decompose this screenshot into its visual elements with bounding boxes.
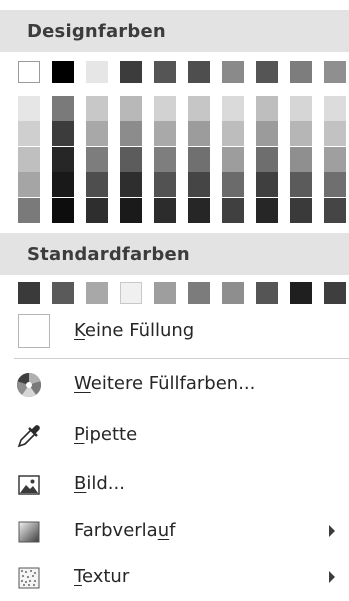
more-fill-colors-item[interactable]: Weitere Füllfarben... xyxy=(0,362,349,406)
theme-shade-swatch[interactable] xyxy=(18,146,40,172)
standard-color-swatch[interactable] xyxy=(290,282,312,304)
theme-shade-swatch[interactable] xyxy=(324,121,346,147)
picture-fill-label: Bild... xyxy=(74,473,125,494)
theme-shade-swatch[interactable] xyxy=(154,146,176,172)
theme-shade-swatch[interactable] xyxy=(188,197,210,223)
picture-icon xyxy=(18,475,40,495)
theme-shade-swatch[interactable] xyxy=(324,96,346,121)
theme-shade-swatch[interactable] xyxy=(120,96,142,121)
menu-divider xyxy=(14,358,349,359)
eyedropper-icon xyxy=(17,425,40,448)
theme-shade-swatch[interactable] xyxy=(222,96,244,121)
theme-shade-swatch[interactable] xyxy=(154,172,176,198)
gradient-icon xyxy=(18,521,40,543)
theme-shade-swatch[interactable] xyxy=(222,172,244,198)
standard-color-swatch[interactable] xyxy=(52,282,74,304)
theme-shade-swatch[interactable] xyxy=(256,197,278,223)
theme-shade-swatch[interactable] xyxy=(324,197,346,223)
theme-shade-swatch[interactable] xyxy=(18,197,40,223)
standard-colors-header: Standardfarben xyxy=(0,233,349,275)
theme-shade-swatch[interactable] xyxy=(52,96,74,121)
theme-color-swatch[interactable] xyxy=(18,61,40,83)
theme-shade-swatch[interactable] xyxy=(256,121,278,147)
theme-shade-swatch[interactable] xyxy=(52,121,74,147)
theme-shade-swatch[interactable] xyxy=(18,96,40,121)
more-fill-colors-label: Weitere Füllfarben... xyxy=(74,373,256,394)
eyedropper-label: Pipette xyxy=(74,424,138,445)
theme-shade-swatch[interactable] xyxy=(86,197,108,223)
theme-shade-swatch[interactable] xyxy=(154,96,176,121)
theme-shade-swatch[interactable] xyxy=(52,146,74,172)
theme-shade-swatch[interactable] xyxy=(324,172,346,198)
theme-shade-swatch[interactable] xyxy=(86,172,108,198)
standard-color-swatch[interactable] xyxy=(86,282,108,304)
theme-colors-header: Designfarben xyxy=(0,10,349,52)
theme-color-swatch[interactable] xyxy=(256,61,278,83)
eyedropper-item[interactable]: Pipette xyxy=(0,413,349,457)
theme-color-swatch[interactable] xyxy=(120,61,142,83)
theme-shade-swatch[interactable] xyxy=(188,96,210,121)
theme-shade-swatch[interactable] xyxy=(154,121,176,147)
no-fill-item[interactable]: Keine Füllung xyxy=(0,309,349,353)
theme-shade-swatch[interactable] xyxy=(120,197,142,223)
theme-shade-swatch[interactable] xyxy=(222,197,244,223)
color-wheel-icon xyxy=(17,373,41,397)
no-fill-swatch-icon xyxy=(18,314,50,348)
theme-shade-swatch[interactable] xyxy=(86,96,108,121)
no-fill-label: Keine Füllung xyxy=(74,320,195,341)
theme-color-swatch[interactable] xyxy=(222,61,244,83)
theme-shade-swatch[interactable] xyxy=(290,172,312,198)
theme-color-swatch[interactable] xyxy=(86,61,108,83)
theme-shade-swatch[interactable] xyxy=(256,96,278,121)
gradient-item[interactable]: Farbverlauf xyxy=(0,509,349,553)
texture-label: Textur xyxy=(74,566,130,587)
theme-shade-swatch[interactable] xyxy=(120,172,142,198)
standard-colors-title: Standardfarben xyxy=(27,244,190,265)
theme-shade-swatch[interactable] xyxy=(52,172,74,198)
submenu-arrow-icon xyxy=(329,525,335,537)
gradient-label: Farbverlauf xyxy=(74,520,176,541)
theme-shade-swatch[interactable] xyxy=(188,121,210,147)
theme-shade-swatch[interactable] xyxy=(154,197,176,223)
theme-shade-swatch[interactable] xyxy=(290,197,312,223)
theme-color-swatch[interactable] xyxy=(188,61,210,83)
theme-shade-swatch[interactable] xyxy=(120,121,142,147)
theme-shade-swatch[interactable] xyxy=(18,172,40,198)
theme-shade-swatch[interactable] xyxy=(188,146,210,172)
theme-color-swatch[interactable] xyxy=(154,61,176,83)
theme-shade-swatch[interactable] xyxy=(120,146,142,172)
standard-color-swatch[interactable] xyxy=(154,282,176,304)
theme-shade-swatch[interactable] xyxy=(256,146,278,172)
theme-shade-swatch[interactable] xyxy=(256,172,278,198)
standard-color-swatch[interactable] xyxy=(256,282,278,304)
picture-fill-item[interactable]: Bild... xyxy=(0,462,349,506)
theme-shade-swatch[interactable] xyxy=(18,121,40,147)
standard-color-swatch[interactable] xyxy=(188,282,210,304)
theme-shade-swatch[interactable] xyxy=(188,172,210,198)
theme-shade-swatch[interactable] xyxy=(86,146,108,172)
theme-shade-swatch[interactable] xyxy=(290,96,312,121)
theme-colors-title: Designfarben xyxy=(27,21,166,42)
standard-color-swatch[interactable] xyxy=(324,282,346,304)
theme-shade-swatch[interactable] xyxy=(222,146,244,172)
submenu-arrow-icon xyxy=(329,571,335,583)
standard-color-swatch[interactable] xyxy=(222,282,244,304)
theme-shade-swatch[interactable] xyxy=(290,146,312,172)
theme-color-swatch[interactable] xyxy=(52,61,74,83)
theme-shade-swatch[interactable] xyxy=(52,197,74,223)
theme-shade-swatch[interactable] xyxy=(324,146,346,172)
theme-shade-swatch[interactable] xyxy=(86,121,108,147)
theme-color-swatch[interactable] xyxy=(324,61,346,83)
theme-shade-swatch[interactable] xyxy=(222,121,244,147)
theme-color-swatch[interactable] xyxy=(290,61,312,83)
texture-item[interactable]: Textur xyxy=(0,555,349,599)
standard-color-swatch[interactable] xyxy=(18,282,40,304)
theme-shade-swatch[interactable] xyxy=(290,121,312,147)
standard-color-swatch[interactable] xyxy=(120,282,142,304)
texture-icon xyxy=(18,567,40,589)
